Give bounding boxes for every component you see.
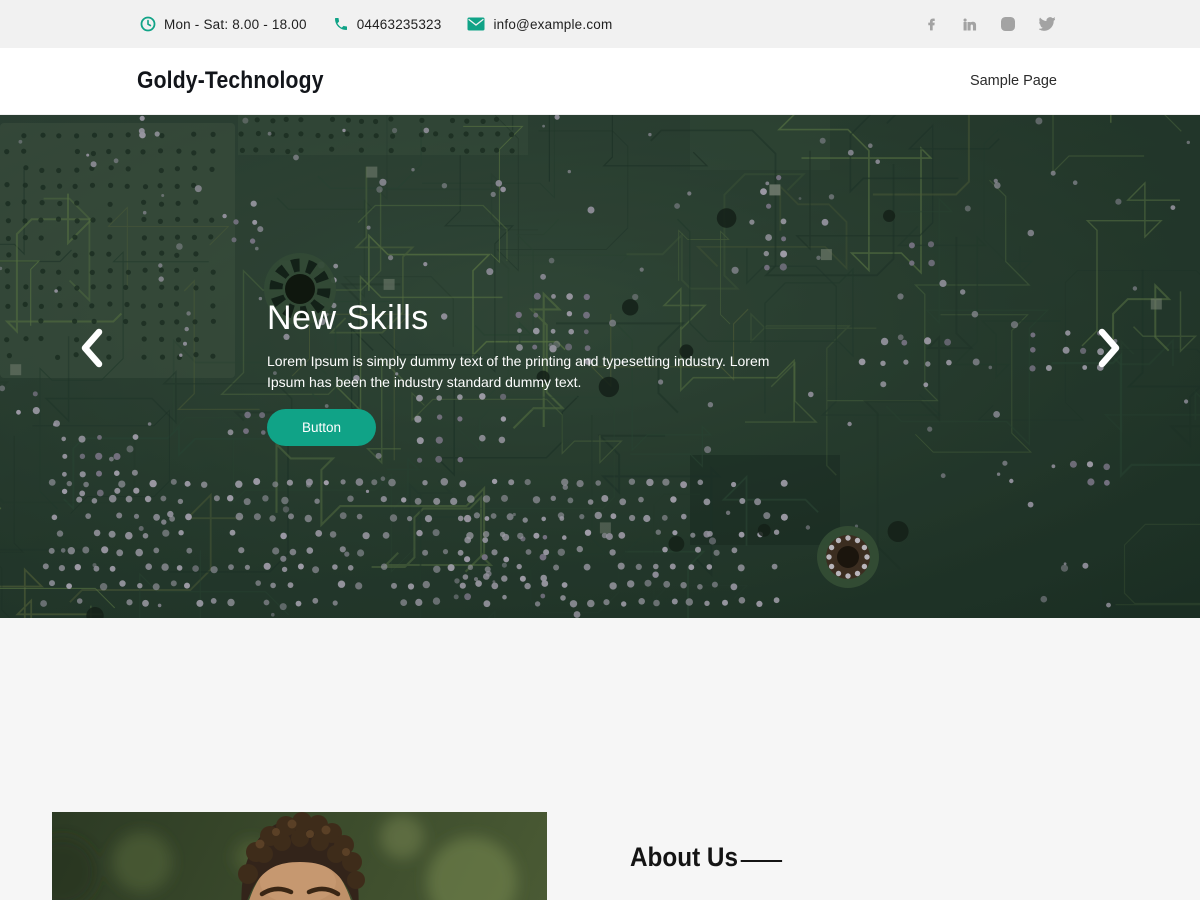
about-heading: About Us bbox=[630, 842, 782, 873]
about-photo bbox=[52, 812, 547, 900]
topbar: Mon - Sat: 8.00 - 18.00 04463235323 info… bbox=[0, 0, 1200, 48]
facebook-icon bbox=[924, 17, 939, 32]
slider-prev-button[interactable] bbox=[78, 327, 106, 369]
twitter-icon bbox=[1039, 16, 1055, 32]
clock-icon bbox=[140, 16, 156, 32]
email-address: info@example.com bbox=[467, 17, 612, 32]
phone-number-text: 04463235323 bbox=[357, 17, 442, 32]
hero-slide-content: New Skills Lorem Ipsum is simply dummy t… bbox=[267, 298, 772, 446]
chevron-left-icon bbox=[78, 327, 106, 369]
linkedin-icon bbox=[962, 17, 977, 32]
opening-hours: Mon - Sat: 8.00 - 18.00 bbox=[140, 16, 307, 32]
phone-icon bbox=[333, 16, 349, 32]
site-header: Goldy-Technology Sample Page bbox=[0, 48, 1200, 115]
phone-number: 04463235323 bbox=[333, 16, 442, 32]
slider-next-button[interactable] bbox=[1095, 327, 1123, 369]
social-instagram-link[interactable] bbox=[1000, 16, 1016, 32]
about-heading-text: About Us bbox=[630, 842, 738, 872]
site-title[interactable]: Goldy-Technology bbox=[137, 67, 324, 95]
social-links bbox=[924, 16, 1055, 32]
chevron-right-icon bbox=[1095, 327, 1123, 369]
hero-slider: New Skills Lorem Ipsum is simply dummy t… bbox=[0, 115, 1200, 618]
nav-item-sample-page[interactable]: Sample Page bbox=[970, 73, 1057, 89]
envelope-icon bbox=[467, 17, 485, 31]
opening-hours-text: Mon - Sat: 8.00 - 18.00 bbox=[164, 17, 307, 32]
main-nav: Sample Page bbox=[970, 72, 1057, 90]
heading-underline bbox=[741, 860, 782, 862]
hero-description: Lorem Ipsum is simply dummy text of the … bbox=[267, 351, 772, 394]
social-twitter-link[interactable] bbox=[1039, 16, 1055, 32]
topbar-contact-group: Mon - Sat: 8.00 - 18.00 04463235323 info… bbox=[140, 16, 612, 32]
hero-title: New Skills bbox=[267, 298, 772, 339]
hero-cta-button[interactable]: Button bbox=[267, 409, 376, 446]
instagram-icon bbox=[1000, 16, 1016, 32]
email-address-text: info@example.com bbox=[493, 17, 612, 32]
about-section: About Us bbox=[0, 618, 1200, 900]
social-facebook-link[interactable] bbox=[924, 17, 939, 32]
social-linkedin-link[interactable] bbox=[962, 17, 977, 32]
